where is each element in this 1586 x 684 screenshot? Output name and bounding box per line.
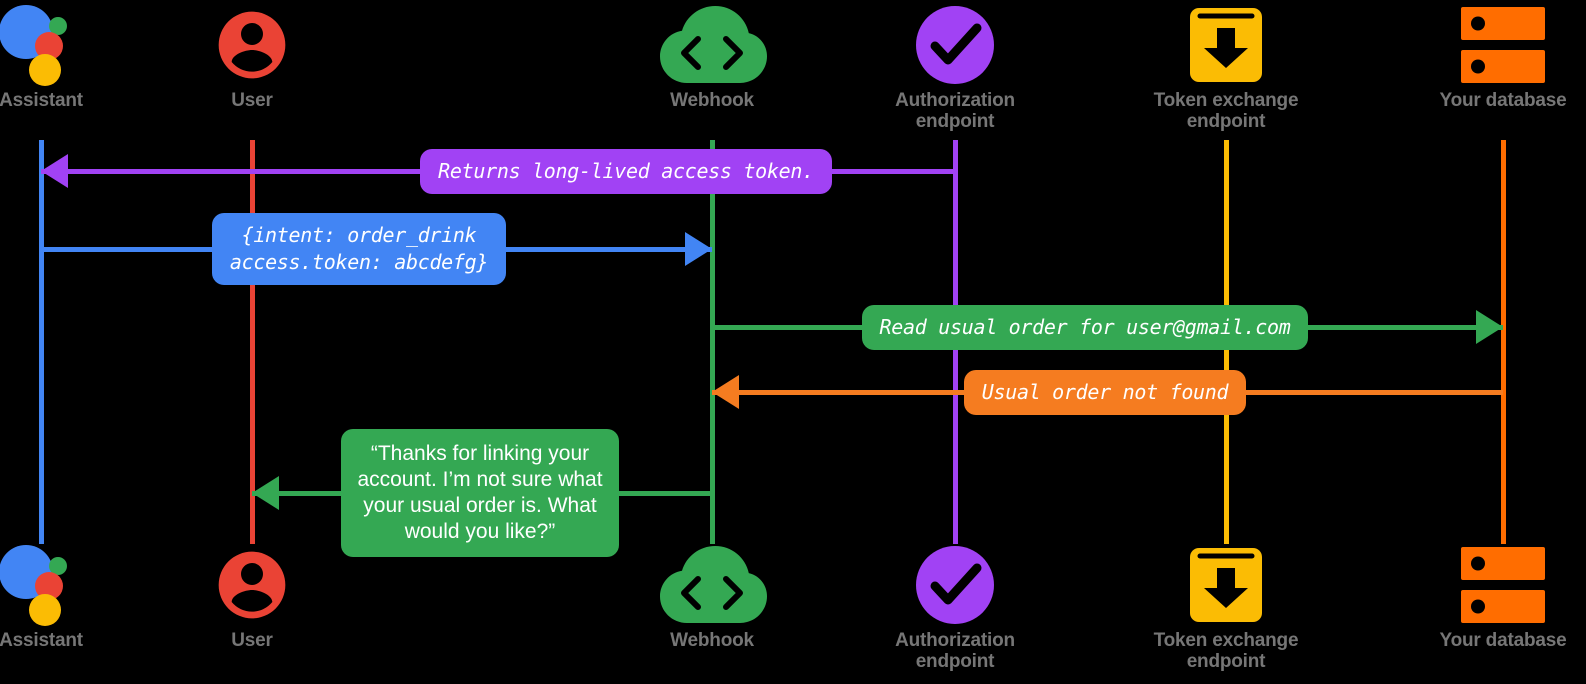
actor-label-assistant: Assistant (0, 90, 83, 111)
check-circle-icon (855, 0, 1055, 90)
actor-your-database: Your database (1403, 0, 1586, 111)
message-bubble-thanks-for-linking: “Thanks for linking your account. I’m no… (341, 429, 619, 557)
database-server-icon (1403, 0, 1586, 90)
google-assistant-icon (0, 0, 141, 90)
actor-token-exchange: Token exchange endpoint (1126, 0, 1326, 132)
actor-label-token-exchange: Token exchange endpoint (1153, 630, 1299, 672)
arrowhead-usual-order-not-found (712, 375, 739, 409)
actor-label-user: User (231, 90, 273, 111)
arrowhead-returns-token (41, 154, 68, 188)
message-bubble-intent-order-drink: {intent: order_drink access.token: abcde… (211, 213, 507, 285)
message-bubble-usual-order-not-found: Usual order not found (963, 369, 1247, 415)
actor-label-token-exchange: Token exchange endpoint (1153, 90, 1299, 132)
actor-label-user: User (231, 630, 273, 651)
lifeline-assistant (38, 140, 44, 544)
message-bubble-returns-token: Returns long-lived access token. (420, 148, 832, 194)
actor-label-authorization: Authorization endpoint (895, 630, 1015, 672)
actor-label-webhook: Webhook (670, 90, 754, 111)
actor-label-authorization: Authorization endpoint (895, 90, 1015, 132)
actor-your-database: Your database (1403, 540, 1586, 651)
lifeline-webhook (709, 140, 715, 544)
cloud-code-icon (612, 540, 812, 630)
archive-download-icon (1126, 540, 1326, 630)
arrowhead-thanks-for-linking (252, 476, 279, 510)
google-assistant-icon (0, 540, 141, 630)
actor-user: User (152, 0, 352, 111)
actor-user: User (152, 540, 352, 651)
actor-label-webhook: Webhook (670, 630, 754, 651)
sequence-diagram-canvas: Assistant User Webhook Authorization endpoi… (0, 0, 1586, 684)
actor-token-exchange: Token exchange endpoint (1126, 540, 1326, 672)
database-server-icon (1403, 540, 1586, 630)
cloud-code-icon (612, 0, 812, 90)
actor-assistant: Assistant (0, 0, 141, 111)
actor-authorization: Authorization endpoint (855, 0, 1055, 132)
archive-download-icon (1126, 0, 1326, 90)
actor-label-assistant: Assistant (0, 630, 83, 651)
user-account-circle-icon (152, 0, 352, 90)
actor-authorization: Authorization endpoint (855, 540, 1055, 672)
message-bubble-read-usual-order: Read usual order for user@gmail.com (861, 304, 1309, 350)
actor-assistant: Assistant (0, 540, 141, 651)
arrowhead-intent-order-drink (685, 232, 712, 266)
actor-webhook: Webhook (612, 540, 812, 651)
arrowhead-read-usual-order (1476, 310, 1503, 344)
actor-label-your-database: Your database (1439, 90, 1567, 111)
check-circle-icon (855, 540, 1055, 630)
actor-label-your-database: Your database (1439, 630, 1567, 651)
actor-webhook: Webhook (612, 0, 812, 111)
user-account-circle-icon (152, 540, 352, 630)
